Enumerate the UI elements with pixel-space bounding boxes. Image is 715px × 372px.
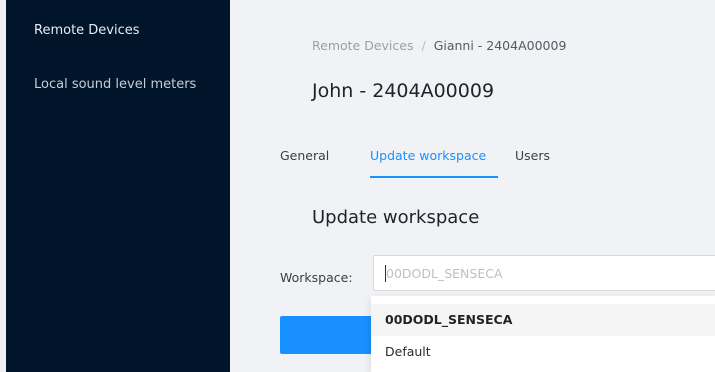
sidebar-item-local-sound-level-meters[interactable]: Local sound level meters [34,77,196,92]
update-workspace-button[interactable] [280,316,372,354]
section-title: Update workspace [312,207,480,228]
dropdown-option-default[interactable]: Default [371,336,715,368]
main-content: Remote Devices / Gianni - 2404A00009 John … [230,0,715,372]
active-tab-indicator [370,176,498,178]
breadcrumb-separator: / [421,38,426,53]
breadcrumb-link-remote-devices[interactable]: Remote Devices [312,38,413,53]
sidebar-item-remote-devices[interactable]: Remote Devices [34,23,140,38]
tab-update-workspace[interactable]: Update workspace [370,148,486,163]
workspace-dropdown: 00DODL_SENSECA Default [371,296,715,372]
tab-general[interactable]: General [280,148,329,163]
tab-users[interactable]: Users [515,148,550,163]
workspace-select[interactable]: 00DODL_SENSECA [373,255,715,291]
breadcrumb-current: Gianni - 2404A00009 [433,38,567,53]
breadcrumb: Remote Devices / Gianni - 2404A00009 [312,38,566,53]
page-title: John - 2404A00009 [312,80,495,102]
workspace-label: Workspace: [280,270,353,285]
dropdown-option-00dodl-senseca[interactable]: 00DODL_SENSECA [371,304,715,336]
workspace-select-placeholder: 00DODL_SENSECA [386,266,503,281]
sidebar: Remote Devices Local sound level meters [6,0,230,372]
